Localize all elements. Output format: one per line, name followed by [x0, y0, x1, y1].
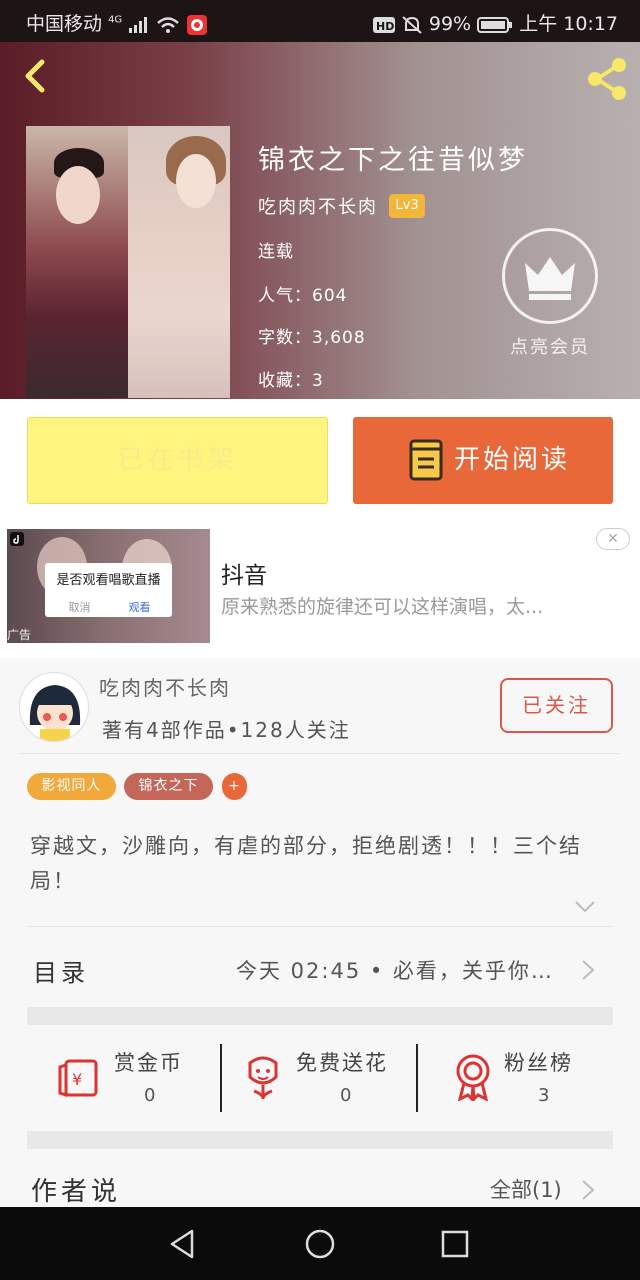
back-arrow-icon[interactable]: [18, 58, 54, 94]
divider: [220, 1044, 222, 1112]
svg-text:HD: HD: [376, 20, 394, 33]
chevron-down-icon[interactable]: [574, 900, 596, 914]
book-popularity: 人气：604: [258, 286, 348, 306]
divider: [19, 753, 620, 754]
network-label: 4G: [108, 14, 123, 26]
fan-ranking-value: 3: [538, 1085, 550, 1106]
add-tag-button[interactable]: +: [222, 773, 247, 800]
free-flowers-value: 0: [340, 1085, 352, 1106]
author-says-all-link[interactable]: 全部(1): [490, 1174, 562, 1204]
status-bar: 中国移动 4G HD 99% 上午 10:17: [0, 0, 640, 42]
free-flowers[interactable]: 免费送花 0: [242, 1043, 402, 1113]
author-level-badge: Lv3: [389, 194, 425, 218]
book-word-count: 字数：3,608: [258, 328, 366, 348]
flower-icon: [248, 1056, 278, 1099]
status-right: HD 99% 上午 10:17: [372, 9, 618, 36]
avatar-image: [29, 685, 81, 741]
crown-icon: [525, 257, 575, 300]
app-notification-icon: [187, 14, 208, 35]
fan-ranking[interactable]: 粉丝榜 3: [452, 1043, 612, 1113]
mute-bell-icon: [402, 15, 422, 34]
book-icon: [409, 439, 443, 481]
clock: 上午 10:17: [519, 13, 618, 35]
book-description: 穿越文，沙雕向，有虐的部分，拒绝剧透！！！三个结局！: [30, 834, 582, 893]
section-separator: [27, 1131, 613, 1149]
book-title: 锦衣之下之往昔似梦: [258, 145, 528, 176]
book-cover-image[interactable]: [26, 126, 230, 398]
svg-text:¥: ¥: [72, 1070, 82, 1089]
battery-icon: [477, 16, 513, 33]
free-flowers-label: 免费送花: [296, 1051, 388, 1075]
book-author[interactable]: 吃肉肉不长肉: [258, 193, 378, 219]
ad-popup-question: 是否观看唱歌直播: [56, 573, 161, 588]
section-separator: [27, 1007, 613, 1025]
tag-fan-fiction[interactable]: 影视同人: [27, 773, 116, 800]
chevron-right-icon[interactable]: [580, 1178, 596, 1202]
ad-close-button[interactable]: ✕: [596, 528, 630, 550]
ad-popup-cancel[interactable]: 取消: [51, 599, 108, 615]
author-name[interactable]: 吃肉肉不长肉: [99, 672, 231, 701]
in-bookshelf-button[interactable]: 已在书架: [27, 417, 328, 504]
author-avatar[interactable]: [19, 672, 89, 742]
hd-icon: HD: [372, 16, 395, 33]
close-icon: ✕: [607, 531, 619, 547]
status-left: 中国移动 4G: [26, 9, 208, 36]
tiktok-icon: [10, 532, 24, 546]
ad-description[interactable]: 原来熟悉的旋律还可以这样演唱，太...: [221, 592, 543, 619]
ad-title[interactable]: 抖音: [221, 556, 267, 590]
share-icon[interactable]: [583, 55, 631, 103]
home-nav-icon[interactable]: [304, 1228, 336, 1260]
book-status: 连载: [258, 242, 294, 262]
medal-icon: [456, 1054, 490, 1101]
fan-ranking-label: 粉丝榜: [504, 1051, 573, 1075]
author-info: 著有4部作品•128人关注: [102, 718, 351, 742]
divider: [416, 1044, 418, 1112]
divider: [27, 926, 613, 927]
carrier-label: 中国移动: [26, 13, 103, 35]
signal-icon: [129, 16, 148, 33]
system-nav-bar: [0, 1207, 640, 1280]
start-reading-label: 开始阅读: [454, 445, 571, 475]
battery-percent: 99%: [428, 13, 472, 35]
author-says-label: 作者说: [31, 1177, 122, 1207]
toc-label[interactable]: 目录: [33, 953, 89, 988]
back-nav-icon[interactable]: [168, 1228, 198, 1260]
ad-popup-watch[interactable]: 观看: [111, 599, 168, 615]
ad-popup: 是否观看唱歌直播 取消 观看: [45, 563, 172, 617]
vip-crown-button[interactable]: [502, 228, 598, 324]
reward-coins-value: 0: [144, 1085, 156, 1106]
book-favorites: 收藏：3: [258, 371, 324, 391]
tag-series[interactable]: 锦衣之下: [124, 773, 213, 800]
chevron-right-icon[interactable]: [580, 958, 596, 982]
followed-button[interactable]: 已关注: [500, 678, 613, 733]
coin-envelope-icon: ¥: [58, 1059, 98, 1098]
latest-chapter[interactable]: 今天 02:45 • 必看，关乎你…: [236, 955, 554, 985]
vip-label[interactable]: 点亮会员: [502, 333, 598, 359]
reward-coins[interactable]: ¥ 赏金币 0: [56, 1043, 216, 1113]
recents-nav-icon[interactable]: [441, 1230, 469, 1258]
start-reading-button[interactable]: 开始阅读: [353, 417, 613, 504]
reward-coins-label: 赏金币: [114, 1051, 183, 1075]
ad-tag: 广告: [7, 628, 32, 642]
wifi-icon: [157, 16, 180, 33]
